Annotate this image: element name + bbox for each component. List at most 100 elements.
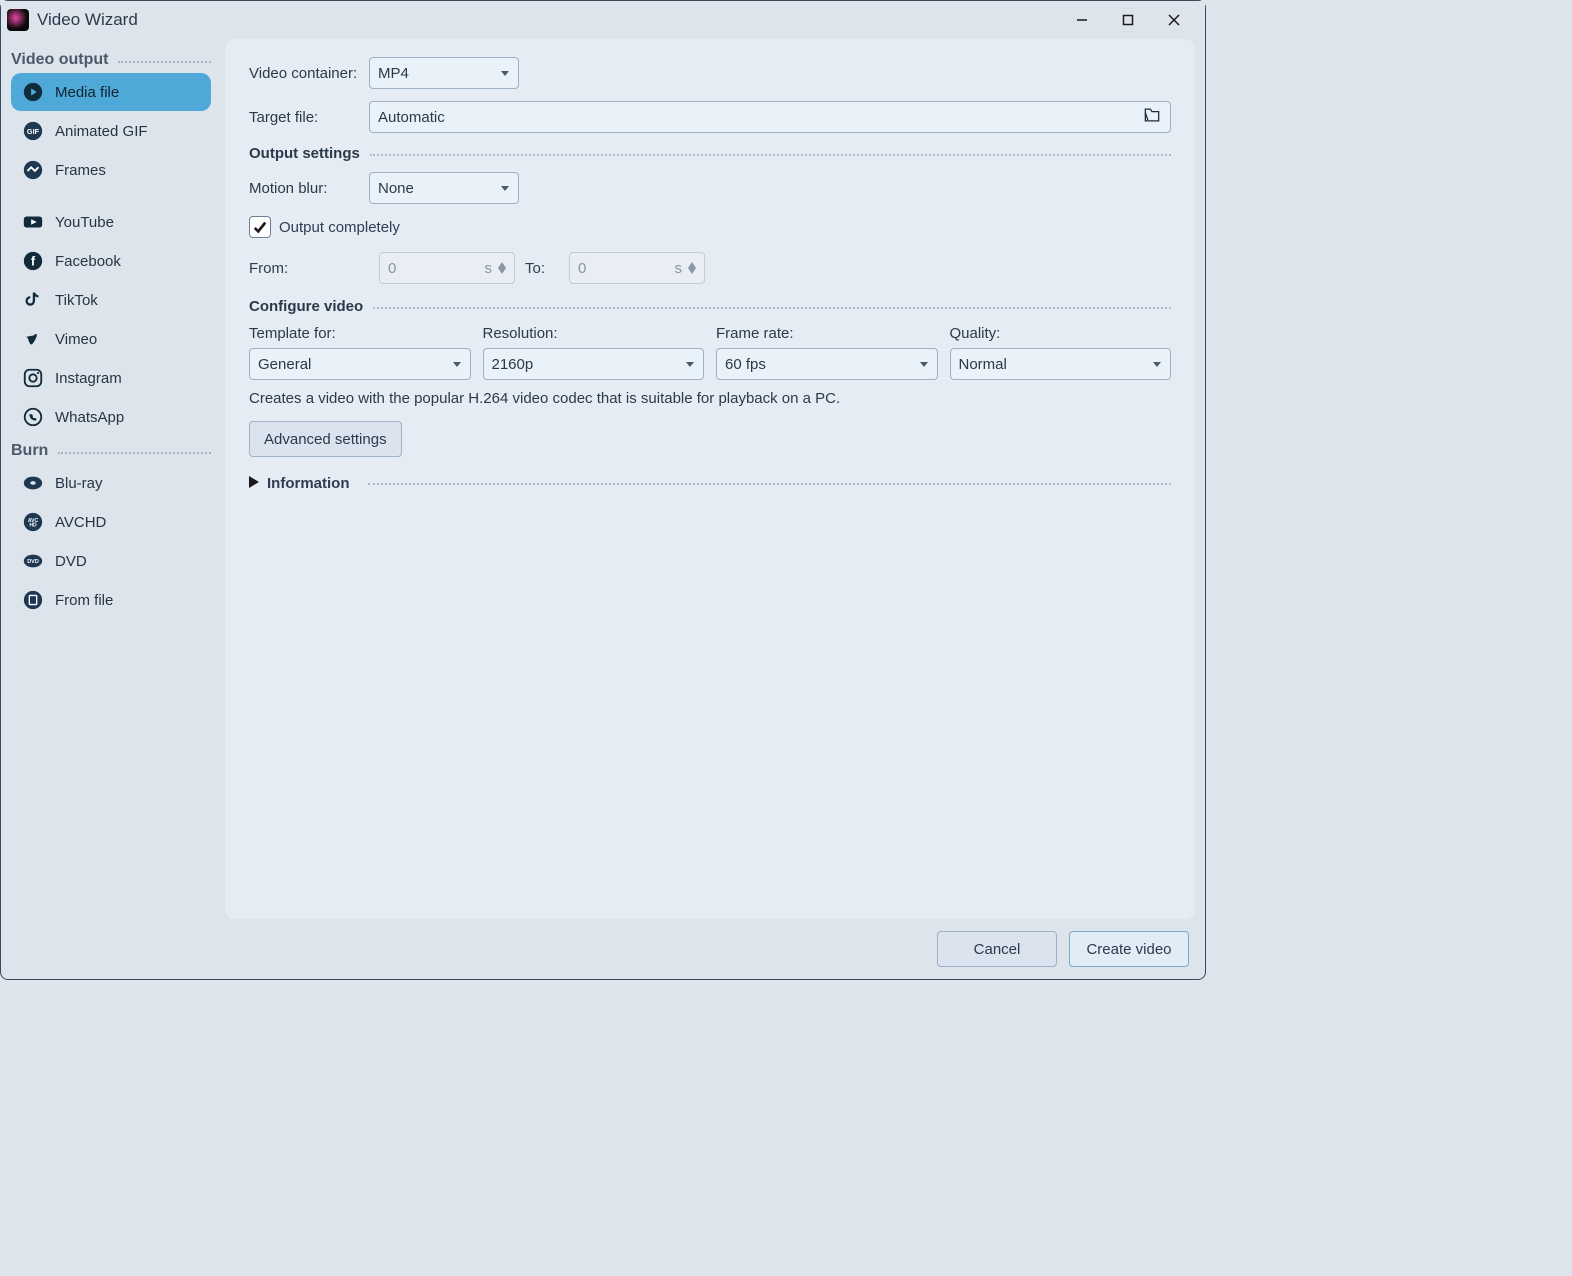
from-spinbox: 0 s [379, 252, 515, 284]
section-label: Burn [11, 442, 48, 460]
configure-video-header: Configure video [249, 298, 1171, 315]
sidebar-item-dvd[interactable]: DVD DVD [11, 542, 211, 580]
gif-icon: GIF [21, 119, 45, 143]
instagram-icon [21, 366, 45, 390]
framerate-select[interactable]: 60 fps [716, 348, 938, 380]
select-value: General [258, 356, 311, 373]
sidebar-item-label: Instagram [55, 370, 122, 387]
template-select[interactable]: General [249, 348, 471, 380]
sidebar-item-whatsapp[interactable]: WhatsApp [11, 398, 211, 436]
sidebar-item-label: AVCHD [55, 514, 106, 531]
chevron-down-icon [452, 356, 462, 373]
svg-text:DVD: DVD [27, 559, 39, 565]
svg-text:GIF: GIF [27, 127, 40, 136]
sidebar-section-video-output: Video output [11, 51, 211, 69]
chevron-down-icon [1152, 356, 1162, 373]
sidebar-item-instagram[interactable]: Instagram [11, 359, 211, 397]
content-panel: Video container: MP4 Target file: Automa… [225, 39, 1195, 919]
motion-blur-select[interactable]: None [369, 172, 519, 204]
target-file-label: Target file: [249, 109, 369, 126]
to-label: To: [525, 260, 559, 277]
sidebar-item-label: From file [55, 592, 113, 609]
spin-unit: s [675, 260, 683, 277]
chevron-down-icon [500, 180, 510, 197]
sidebar-item-from-file[interactable]: From file [11, 581, 211, 619]
sidebar-item-label: YouTube [55, 214, 114, 231]
sidebar-item-animated-gif[interactable]: GIF Animated GIF [11, 112, 211, 150]
sidebar-item-frames[interactable]: Frames [11, 151, 211, 189]
footer: Cancel Create video [1, 919, 1205, 979]
tiktok-icon [21, 288, 45, 312]
expander-label: Information [267, 475, 350, 492]
select-value: 2160p [492, 356, 534, 373]
chevron-down-icon [500, 65, 510, 82]
output-completely-checkbox[interactable] [249, 216, 271, 238]
chevron-down-icon [919, 356, 929, 373]
vimeo-icon [21, 327, 45, 351]
to-spinbox: 0 s [569, 252, 705, 284]
minimize-button[interactable] [1059, 5, 1105, 35]
sidebar-item-vimeo[interactable]: Vimeo [11, 320, 211, 358]
browse-folder-icon[interactable] [1142, 105, 1162, 129]
from-label: From: [249, 260, 369, 277]
sidebar-item-label: DVD [55, 553, 87, 570]
advanced-settings-button[interactable]: Advanced settings [249, 421, 402, 457]
svg-text:HD: HD [29, 523, 37, 529]
target-file-input[interactable]: Automatic [369, 101, 1171, 133]
template-label: Template for: [249, 325, 471, 342]
button-label: Advanced settings [264, 431, 387, 448]
window-title: Video Wizard [37, 10, 138, 30]
information-expander[interactable]: Information [249, 475, 1171, 492]
resolution-select[interactable]: 2160p [483, 348, 705, 380]
create-video-button[interactable]: Create video [1069, 931, 1189, 967]
titlebar: Video Wizard [1, 1, 1205, 39]
framerate-label: Frame rate: [716, 325, 938, 342]
close-button[interactable] [1151, 5, 1197, 35]
sidebar-item-bluray[interactable]: Blu-ray [11, 464, 211, 502]
sidebar-item-label: Vimeo [55, 331, 97, 348]
sidebar-item-label: WhatsApp [55, 409, 124, 426]
select-value: MP4 [378, 65, 409, 82]
select-value: None [378, 180, 414, 197]
cancel-button[interactable]: Cancel [937, 931, 1057, 967]
sidebar-item-label: Frames [55, 162, 106, 179]
play-circle-icon [21, 80, 45, 104]
bluray-icon [21, 471, 45, 495]
triangle-right-icon [249, 475, 259, 492]
motion-blur-label: Motion blur: [249, 180, 369, 197]
avchd-icon: AVCHD [21, 510, 45, 534]
spin-value: 0 [388, 260, 485, 277]
output-completely-label: Output completely [279, 219, 400, 236]
spin-buttons [688, 262, 696, 274]
quality-select[interactable]: Normal [950, 348, 1172, 380]
sidebar-item-facebook[interactable]: f Facebook [11, 242, 211, 280]
sidebar-item-label: Facebook [55, 253, 121, 270]
dvd-icon: DVD [21, 549, 45, 573]
section-label: Configure video [249, 298, 363, 315]
maximize-button[interactable] [1105, 5, 1151, 35]
sidebar-item-label: Blu-ray [55, 475, 103, 492]
frames-icon [21, 158, 45, 182]
app-icon [7, 9, 29, 31]
spin-unit: s [485, 260, 493, 277]
spin-value: 0 [578, 260, 675, 277]
sidebar-item-tiktok[interactable]: TikTok [11, 281, 211, 319]
quality-label: Quality: [950, 325, 1172, 342]
sidebar-item-media-file[interactable]: Media file [11, 73, 211, 111]
video-container-label: Video container: [249, 65, 369, 82]
section-label: Output settings [249, 145, 360, 162]
sidebar-item-avchd[interactable]: AVCHD AVCHD [11, 503, 211, 541]
sidebar-item-youtube[interactable]: YouTube [11, 203, 211, 241]
sidebar: Video output Media file GIF Animated GIF… [11, 39, 211, 919]
whatsapp-icon [21, 405, 45, 429]
sidebar-section-burn: Burn [11, 442, 211, 460]
svg-text:f: f [31, 254, 36, 269]
sidebar-item-label: Media file [55, 84, 119, 101]
sidebar-item-label: TikTok [55, 292, 98, 309]
button-label: Create video [1086, 941, 1171, 958]
spin-buttons [498, 262, 506, 274]
file-icon [21, 588, 45, 612]
select-value: Normal [959, 356, 1007, 373]
youtube-icon [21, 210, 45, 234]
video-container-select[interactable]: MP4 [369, 57, 519, 89]
